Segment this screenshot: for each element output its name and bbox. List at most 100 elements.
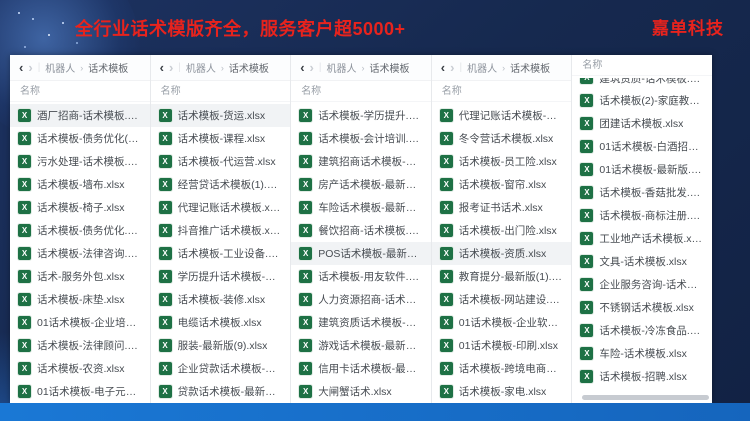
file-name: 人力资源招商-话术模板.xlsx	[318, 294, 423, 306]
file-row[interactable]: X 房产话术模板-最新版.xlsx	[291, 173, 431, 196]
back-arrow-icon[interactable]: ‹	[160, 61, 164, 74]
file-row[interactable]: X 建筑资质-话术模板.xlsx	[572, 78, 712, 89]
file-name: 话术模板-法律顾问.xlsx	[37, 340, 142, 352]
back-arrow-icon[interactable]: ‹	[441, 61, 445, 74]
breadcrumb-current[interactable]: 话术模板	[229, 60, 269, 75]
file-row[interactable]: X 话术模板-会计培训.xlsx	[291, 127, 431, 150]
file-row[interactable]: X 文具-话术模板.xlsx	[572, 250, 712, 273]
file-row[interactable]: X 话术模板-出门险.xlsx	[432, 219, 572, 242]
file-row[interactable]: X 车险-话术模板.xlsx	[572, 342, 712, 365]
file-row[interactable]: X 01话术模板-印刷.xlsx	[432, 334, 572, 357]
breadcrumb-current[interactable]: 话术模板	[88, 60, 128, 75]
file-row[interactable]: X 话术模板-网站建设.xlsx	[432, 288, 572, 311]
file-row[interactable]: X 信用卡话术模板-最新版.xlsx	[291, 357, 431, 380]
file-row[interactable]: X 01话术模板-白酒招商.xlsx	[572, 135, 712, 158]
file-name: 话术模板-装修.xlsx	[177, 294, 266, 306]
file-row[interactable]: X 话术模板-用友软件.xlsx	[291, 265, 431, 288]
file-row[interactable]: X 话术模板-床垫.xlsx	[10, 288, 150, 311]
file-row[interactable]: X 话术-服务外包.xlsx	[10, 265, 150, 288]
file-row[interactable]: X 话术模板-商标注册.xlsx	[572, 204, 712, 227]
file-row[interactable]: X 大闸蟹话术.xlsx	[291, 380, 431, 403]
back-arrow-icon[interactable]: ‹	[19, 61, 23, 74]
breadcrumb-root[interactable]: 机器人	[467, 60, 497, 75]
back-arrow-icon[interactable]: ‹	[300, 61, 304, 74]
file-row[interactable]: X 学历提升话术模板-最新版.xlsx	[151, 265, 291, 288]
file-name: 话术模板-用友软件.xlsx	[318, 271, 423, 283]
file-row[interactable]: X 餐饮招商-话术模板.xlsx	[291, 219, 431, 242]
file-row[interactable]: X 不锈钢话术模板.xlsx	[572, 296, 712, 319]
file-row[interactable]: X 话术模板-冷冻食品.xlsx	[572, 319, 712, 342]
file-row[interactable]: X 经营贷话术模板(1).xlsx	[151, 173, 291, 196]
file-row[interactable]: X 建筑招商话术模板-最新版.xlsx	[291, 150, 431, 173]
excel-file-icon: X	[18, 201, 31, 214]
file-row[interactable]: X 污水处理-话术模板.xlsx	[10, 150, 150, 173]
file-row[interactable]: X 话术模板-法律顾问.xlsx	[10, 334, 150, 357]
excel-file-icon: X	[158, 132, 172, 145]
excel-file-icon: X	[439, 362, 453, 375]
file-row[interactable]: X 代理记账话术模板.xlsx	[151, 196, 291, 219]
excel-file-icon: X	[158, 339, 172, 352]
file-row[interactable]: X 工业地产话术模板.xlsx	[572, 227, 712, 250]
file-row[interactable]: X 话术模板-工业设备.xlsx	[151, 242, 291, 265]
forward-arrow-icon[interactable]: ›	[310, 61, 314, 74]
file-row[interactable]: X 话术模板-课程.xlsx	[151, 127, 291, 150]
file-row[interactable]: X 话术模板-员工险.xlsx	[432, 150, 572, 173]
file-row[interactable]: X 冬令营话术模板.xlsx	[432, 127, 572, 150]
file-row[interactable]: X 话术模板-学历提升.xlsx	[291, 104, 431, 127]
file-row[interactable]: X 酒厂招商-话术模板.xlsx	[10, 104, 150, 127]
file-row[interactable]: X 代理记账话术模板-最新版.xlsx	[432, 104, 572, 127]
file-row[interactable]: X 电缆话术模板.xlsx	[151, 311, 291, 334]
file-row[interactable]: X POS话术模板-最新版.xlsx	[291, 242, 431, 265]
file-row[interactable]: X 话术模板-债务优化(2).xlsx	[10, 127, 150, 150]
file-row[interactable]: X 话术模板-椅子.xlsx	[10, 196, 150, 219]
horizontal-scrollbar[interactable]	[582, 395, 709, 400]
file-row[interactable]: X 话术模板-债务优化.xlsx	[10, 219, 150, 242]
file-row[interactable]: X 话术模板-跨境电商服务.xlsx	[432, 357, 572, 380]
file-name: 冬令营话术模板.xlsx	[458, 133, 554, 145]
forward-arrow-icon[interactable]: ›	[28, 61, 32, 74]
file-row[interactable]: X 话术模板-法律咨询.xlsx	[10, 242, 150, 265]
file-row[interactable]: X 01话术模板-企业培训.xlsx	[10, 311, 150, 334]
file-row[interactable]: X 服装-最新版(9).xlsx	[151, 334, 291, 357]
file-name: 话术模板-招聘.xlsx	[599, 371, 687, 383]
breadcrumb-current[interactable]: 话术模板	[510, 60, 550, 75]
breadcrumb-root[interactable]: 机器人	[186, 60, 216, 75]
excel-file-icon: X	[299, 178, 313, 191]
file-name: 话术模板-墙布.xlsx	[37, 179, 125, 191]
file-row[interactable]: X 话术模板-墙布.xlsx	[10, 173, 150, 196]
file-row[interactable]: X 话术模板-农资.xlsx	[10, 357, 150, 380]
breadcrumb-current[interactable]: 话术模板	[369, 60, 409, 75]
forward-arrow-icon[interactable]: ›	[450, 61, 454, 74]
file-row[interactable]: X 话术模板-代运营.xlsx	[151, 150, 291, 173]
file-row[interactable]: X 01话术模板-电子元器件.xlsx	[10, 380, 150, 403]
breadcrumb-root[interactable]: 机器人	[45, 60, 75, 75]
file-row[interactable]: X 01话术模板-最新版.xlsx	[572, 158, 712, 181]
file-row[interactable]: X 游戏话术模板-最新版.xlsx	[291, 334, 431, 357]
brand-logo: 嘉单科技	[652, 19, 724, 38]
file-row[interactable]: X 教育提分-最新版(1).xlsx	[432, 265, 572, 288]
file-row[interactable]: X 话术模板-窗帘.xlsx	[432, 173, 572, 196]
forward-arrow-icon[interactable]: ›	[169, 61, 173, 74]
file-row[interactable]: X 话术模板(2)-家庭教育.xlsx	[572, 89, 712, 112]
file-row[interactable]: X 话术模板-香菇批发.xlsx	[572, 181, 712, 204]
excel-file-icon: X	[580, 78, 594, 84]
file-row[interactable]: X 话术模板-装修.xlsx	[151, 288, 291, 311]
file-row[interactable]: X 建筑资质话术模板-最新版.xlsx	[291, 311, 431, 334]
file-row[interactable]: X 抖音推广话术模板.xlsx	[151, 219, 291, 242]
file-row[interactable]: X 人力资源招商-话术模板.xlsx	[291, 288, 431, 311]
file-row[interactable]: X 贷款话术模板-最新版.xlsx	[151, 380, 291, 403]
file-row[interactable]: X 话术模板-招聘.xlsx	[572, 365, 712, 388]
excel-file-icon: X	[299, 293, 313, 306]
file-row[interactable]: X 团建话术模板.xlsx	[572, 112, 712, 135]
file-row[interactable]: X 话术模板-货运.xlsx	[150, 104, 291, 127]
file-row[interactable]: X 车险话术模板-最新版.xlsx	[291, 196, 431, 219]
excel-file-icon: X	[580, 370, 594, 383]
breadcrumb-arrow-icon: ›	[361, 62, 365, 73]
file-row[interactable]: X 报考证书话术.xlsx	[432, 196, 572, 219]
breadcrumb-root[interactable]: 机器人	[326, 60, 356, 75]
file-row[interactable]: X 企业贷款话术模板-最新版.xlsx	[151, 357, 291, 380]
file-row[interactable]: X 话术模板-家电.xlsx	[432, 380, 572, 403]
file-row[interactable]: X 话术模板-资质.xlsx	[431, 242, 572, 265]
file-row[interactable]: X 企业服务咨询-话术模板.xlsx	[572, 273, 712, 296]
file-row[interactable]: X 01话术模板-企业软件.xlsx	[432, 311, 572, 334]
